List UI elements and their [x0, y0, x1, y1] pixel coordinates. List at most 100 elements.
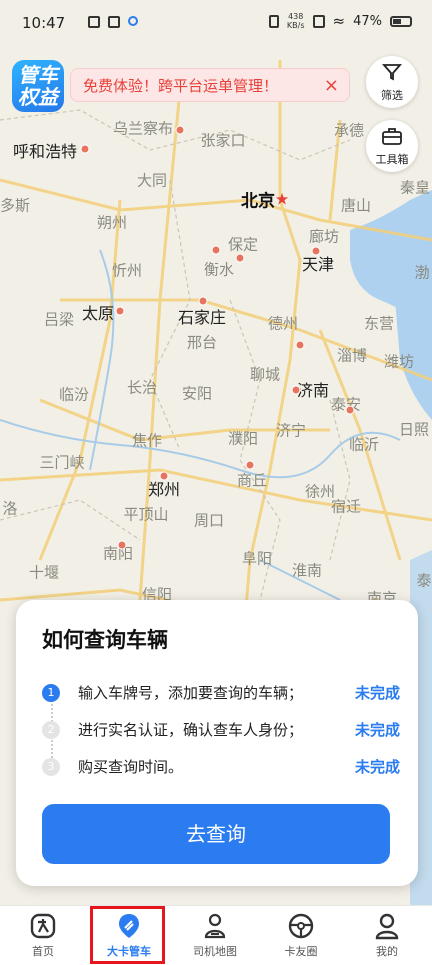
- map-city-label: 临汾: [58, 385, 90, 404]
- map-city-label: 周口: [193, 511, 225, 530]
- city-dot-icon: [345, 405, 355, 415]
- map-city-label: 呼和浩特: [12, 142, 78, 161]
- step-2: 2 进行实名认证，确认查车人身份； 未完成: [42, 719, 402, 743]
- map-city-label: 淮南: [291, 561, 323, 580]
- speed-unit: KB/s: [286, 21, 305, 30]
- map-city-label: 承德: [333, 121, 365, 140]
- map-city-label: 安阳: [181, 384, 213, 403]
- step-3: 3 购买查询时间。 未完成: [42, 756, 402, 780]
- notification-icon: [128, 16, 138, 26]
- tab-community[interactable]: 卡友圈: [258, 906, 344, 965]
- map-city-label: 秦皇: [399, 178, 431, 197]
- map-city-label: 邢台: [186, 333, 218, 352]
- map-city-label: 商丘: [236, 471, 268, 490]
- step-text: 进行实名认证，确认查车人身份；: [78, 721, 304, 739]
- map-city-label: 渤: [414, 263, 430, 282]
- map-city-label: 张家口: [200, 131, 246, 150]
- map-city-label: 洛: [2, 499, 18, 518]
- notification-icons: [88, 16, 138, 28]
- tab-label: 首页: [32, 945, 54, 958]
- city-dot-icon: [245, 460, 255, 470]
- map-city-label: 朔州: [96, 213, 128, 232]
- go-query-button[interactable]: 去查询: [42, 804, 390, 864]
- home-icon: [29, 912, 57, 940]
- map-city-label: 德州: [267, 314, 299, 333]
- speed-value: 438: [288, 12, 304, 21]
- step-1: 1 输入车牌号，添加要查询的车辆； 未完成: [42, 682, 402, 706]
- city-dot-icon: [159, 471, 169, 481]
- status-bar: 10:47 438 KB/s ≈ 47%: [0, 0, 432, 48]
- city-dot-icon: [117, 540, 127, 550]
- close-icon[interactable]: ×: [324, 69, 339, 103]
- map-city-label: 宿迁: [330, 497, 362, 516]
- tab-highlight-box: [90, 906, 165, 964]
- city-dot-icon: [291, 385, 301, 395]
- profile-icon: [373, 912, 401, 940]
- promo-banner[interactable]: 免费体验！跨平台运单管理！ ×: [70, 68, 350, 102]
- toolbox-button[interactable]: 工具箱: [366, 120, 418, 172]
- map-city-label: 焦作: [131, 431, 163, 450]
- driver-map-icon: [201, 912, 229, 940]
- map-city-label: 长治: [126, 378, 158, 397]
- map-city-label: 济宁: [275, 421, 307, 440]
- logo-text-line-2: 权益: [18, 85, 58, 109]
- city-dot-icon: [235, 253, 245, 263]
- map-city-label: 十堰: [28, 563, 60, 582]
- promo-text: 免费体验！跨平台运单管理！: [83, 77, 279, 95]
- step-number: 1: [42, 684, 60, 702]
- city-dot-icon: [295, 340, 305, 350]
- map-city-label: 太原: [81, 304, 115, 323]
- map-city-label: 临沂: [348, 435, 380, 454]
- tab-profile[interactable]: 我的: [344, 906, 430, 965]
- map-city-label: 淄博: [336, 346, 368, 365]
- city-dot-icon: [211, 245, 221, 255]
- step-status[interactable]: 未完成: [355, 719, 400, 741]
- map-city-label: 日照: [398, 420, 430, 439]
- city-dot-icon: [80, 144, 90, 154]
- tab-driver-map[interactable]: 司机地图: [172, 906, 258, 965]
- tab-home[interactable]: 首页: [0, 906, 86, 965]
- step-number: 3: [42, 758, 60, 776]
- toolbox-label: 工具箱: [375, 153, 409, 166]
- step-status[interactable]: 未完成: [355, 756, 400, 778]
- map-city-label: 聊城: [249, 365, 281, 384]
- query-guide-card: 如何查询车辆 1 输入车牌号，添加要查询的车辆； 未完成 2 进行实名认证，确认…: [16, 600, 418, 886]
- battery-percent: 47%: [353, 13, 382, 29]
- map-city-label: 石家庄: [177, 308, 227, 327]
- tab-label: 司机地图: [193, 945, 237, 958]
- map-city-label: 三门峡: [39, 453, 85, 472]
- steering-wheel-icon: [287, 912, 315, 940]
- tab-label: 卡友圈: [284, 945, 318, 958]
- notification-icon: [88, 16, 100, 28]
- capital-star-icon: ★: [274, 189, 290, 209]
- map-city-label: 泰: [416, 571, 432, 590]
- map-city-label: 濮阳: [227, 429, 259, 448]
- filter-button[interactable]: 筛选: [366, 56, 418, 108]
- map-city-label: 潍坊: [383, 352, 415, 371]
- network-speed: 438 KB/s: [287, 12, 305, 30]
- map-city-label: 乌兰察布: [112, 119, 174, 138]
- benefits-logo-button[interactable]: 管车 权益: [12, 60, 64, 112]
- clock: 10:47: [22, 14, 66, 32]
- notification-icon: [108, 16, 120, 28]
- map-city-label: 唐山: [340, 196, 372, 215]
- step-number: 2: [42, 721, 60, 739]
- map-city-label: 廊坊: [308, 227, 340, 246]
- map-city-label: 阜阳: [241, 549, 273, 568]
- map-city-label: 忻州: [111, 261, 143, 280]
- vibrate-icon: [268, 14, 279, 28]
- filter-label: 筛选: [381, 89, 403, 102]
- map-city-label: 吕梁: [43, 310, 75, 329]
- map-city-label: 多斯: [0, 196, 31, 215]
- map-city-label: 大同: [136, 171, 168, 190]
- step-text: 输入车牌号，添加要查询的车辆；: [78, 684, 304, 702]
- step-status[interactable]: 未完成: [355, 682, 400, 704]
- battery-icon: [390, 15, 412, 27]
- toolbox-icon: [366, 126, 418, 151]
- map-city-label: 衡水: [203, 260, 235, 279]
- sim-icon: [312, 14, 325, 28]
- logo-text-line-1: 管车: [18, 63, 58, 87]
- tab-label: 我的: [376, 945, 398, 958]
- step-text: 购买查询时间。: [78, 758, 184, 776]
- map-city-label: 北京: [241, 191, 275, 212]
